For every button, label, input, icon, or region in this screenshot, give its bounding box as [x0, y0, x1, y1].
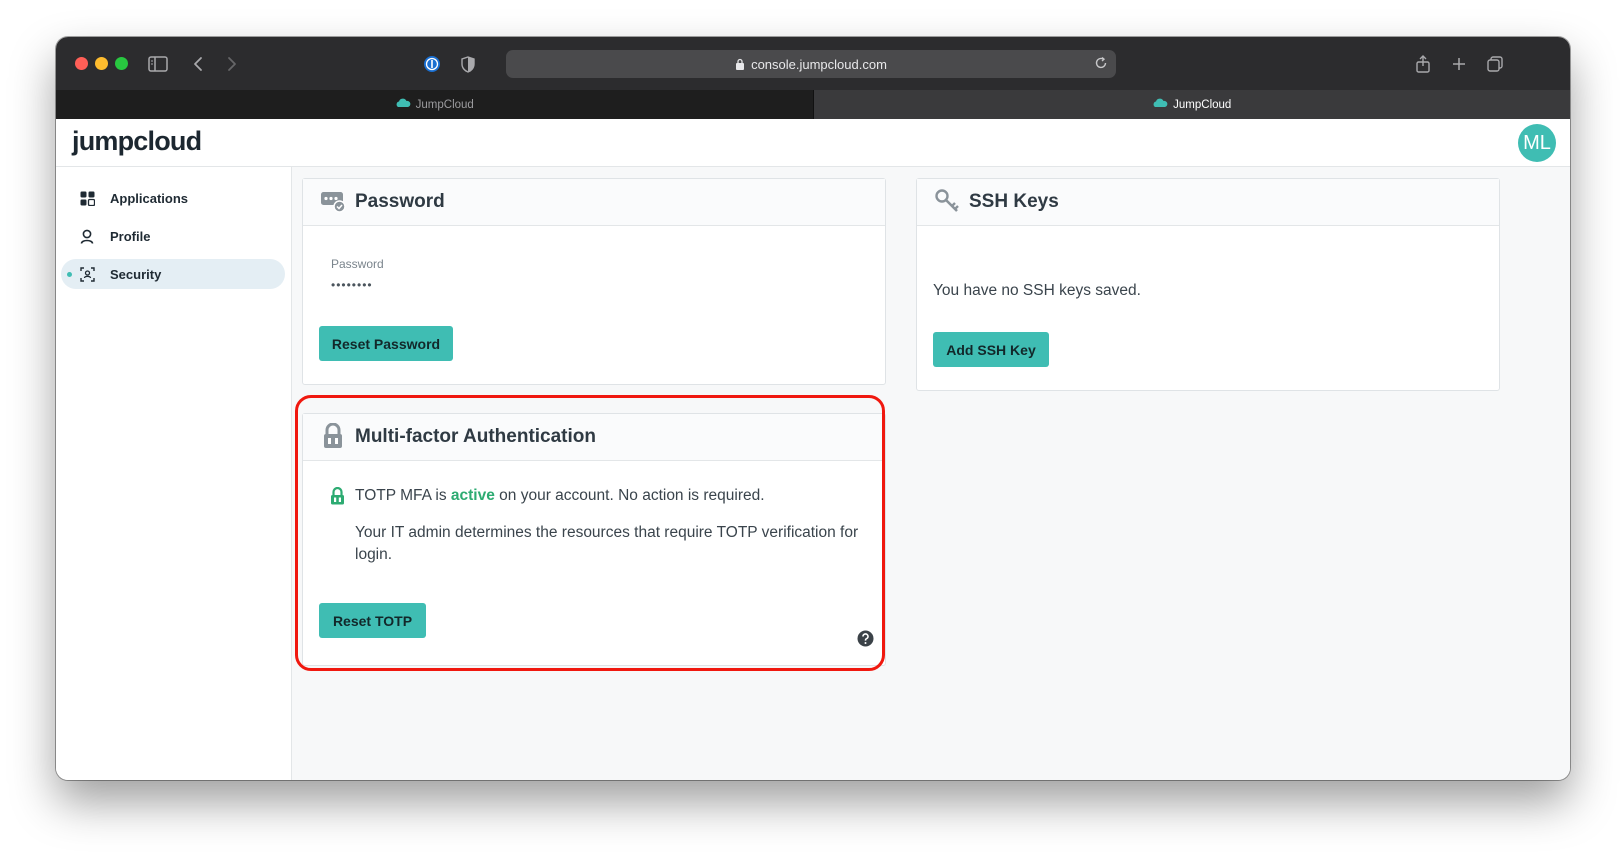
browser-toolbar: console.jumpcloud.com: [56, 37, 1570, 91]
browser-window: console.jumpcloud.com JumpCloud JumpClou…: [56, 37, 1570, 780]
mfa-status-text: TOTP MFA is active on your account. No a…: [355, 487, 765, 505]
tab-label: JumpCloud: [1173, 98, 1232, 111]
privacy-shield-icon[interactable]: [458, 51, 478, 77]
tab-overview-icon[interactable]: [1485, 51, 1505, 77]
card-title: SSH Keys: [969, 191, 1059, 212]
jumpcloud-logo[interactable]: jumpcloud: [72, 126, 202, 157]
sidebar-item-profile[interactable]: Profile: [61, 221, 285, 251]
new-tab-icon[interactable]: [1449, 51, 1469, 77]
lock-icon: [735, 58, 745, 70]
add-ssh-key-button[interactable]: Add SSH Key: [933, 332, 1049, 367]
reset-totp-button[interactable]: Reset TOTP: [319, 603, 426, 638]
mfa-description: Your IT admin determines the resources t…: [355, 524, 859, 563]
sidebar-toggle-icon[interactable]: [147, 51, 169, 77]
mfa-card: Multi-factor Authentication TOTP MFA is …: [302, 413, 886, 666]
card-title: Password: [355, 191, 445, 212]
active-indicator: [67, 272, 72, 277]
tab-label: JumpCloud: [415, 98, 474, 111]
mfa-card-header: Multi-factor Authentication: [303, 414, 885, 461]
address-bar[interactable]: console.jumpcloud.com: [506, 50, 1116, 78]
cloud-icon: [395, 98, 411, 111]
sidebar-item-label: Security: [110, 266, 162, 282]
mfa-status-word: active: [450, 487, 495, 504]
main-content: Password Password •••••••• Reset Passwor…: [292, 167, 1570, 780]
url-text: console.jumpcloud.com: [751, 56, 887, 72]
app-header: jumpcloud ML: [56, 119, 1570, 167]
scan-face-icon: [79, 266, 95, 282]
key-icon: [934, 188, 960, 214]
password-card-header: Password: [303, 179, 885, 226]
browser-tab[interactable]: JumpCloud: [56, 90, 814, 119]
browser-tab-bar: JumpCloud JumpCloud: [56, 90, 1570, 119]
sidebar-item-applications[interactable]: Applications: [61, 183, 285, 213]
lock-icon: [320, 423, 346, 449]
avatar[interactable]: ML: [1518, 124, 1556, 162]
forward-icon[interactable]: [224, 51, 240, 77]
password-field-value: ••••••••: [331, 278, 373, 292]
browser-tab-active[interactable]: JumpCloud: [813, 90, 1570, 119]
share-icon[interactable]: [1413, 51, 1433, 77]
mfa-status-suffix: on your account. No action is required.: [494, 487, 765, 504]
reset-password-button[interactable]: Reset Password: [319, 326, 453, 361]
card-title: Multi-factor Authentication: [355, 426, 596, 447]
maximize-window-button[interactable]: [115, 57, 128, 70]
ssh-keys-card-header: SSH Keys: [917, 179, 1499, 226]
password-manager-icon[interactable]: [422, 51, 442, 77]
sidebar: Applications Profile Security: [56, 167, 292, 780]
sidebar-item-label: Applications: [110, 190, 189, 206]
cloud-icon: [1152, 98, 1168, 111]
password-card: Password Password •••••••• Reset Passwor…: [302, 178, 886, 385]
user-icon: [79, 228, 95, 244]
active-lock-icon: [330, 486, 345, 510]
grid-icon: [79, 190, 95, 206]
password-field-label: Password: [331, 257, 384, 271]
ssh-keys-card: SSH Keys You have no SSH keys saved. Add…: [916, 178, 1500, 391]
sidebar-item-security[interactable]: Security: [61, 259, 285, 289]
sidebar-item-label: Profile: [110, 228, 151, 244]
reload-icon[interactable]: [1094, 56, 1108, 73]
close-window-button[interactable]: [75, 57, 88, 70]
minimize-window-button[interactable]: [95, 57, 108, 70]
mfa-status-prefix: TOTP MFA is: [355, 487, 451, 504]
ssh-empty-text: You have no SSH keys saved.: [933, 282, 1141, 299]
password-icon: [320, 188, 346, 214]
help-icon[interactable]: [857, 630, 874, 652]
back-icon[interactable]: [190, 51, 206, 77]
